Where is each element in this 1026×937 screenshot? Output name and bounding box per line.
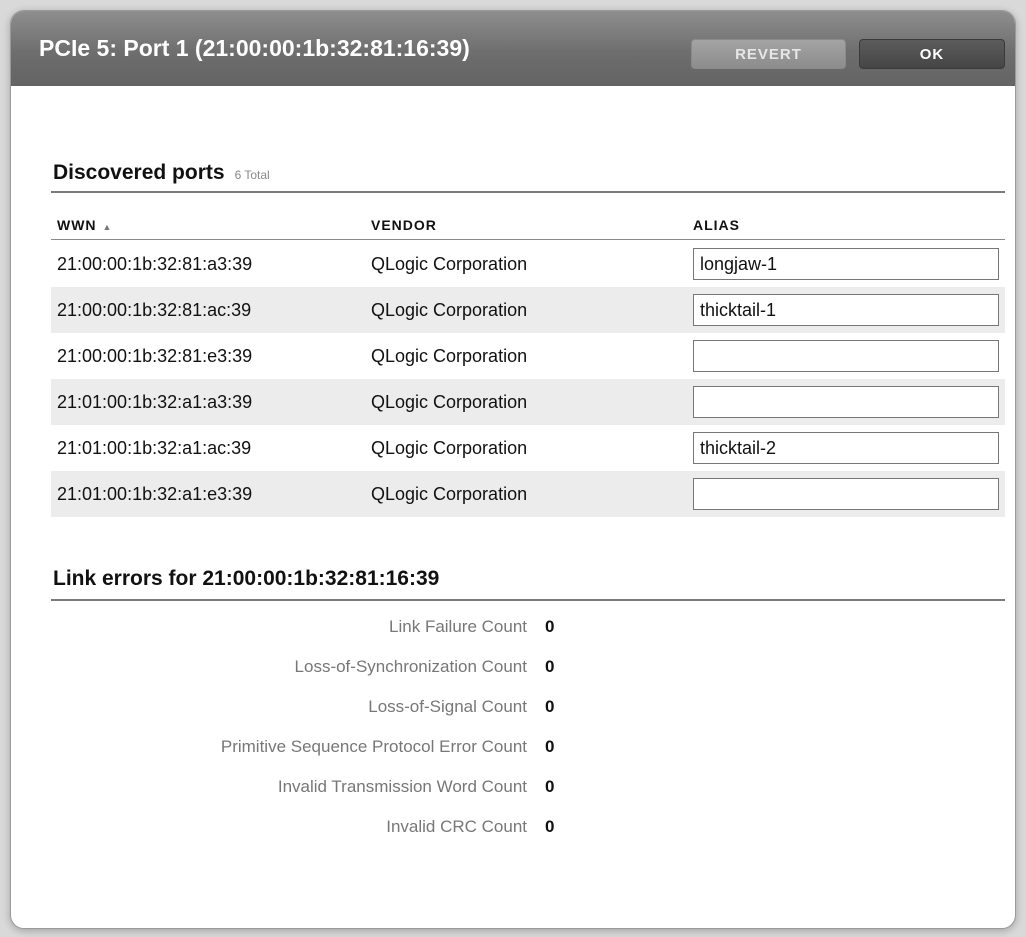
revert-button[interactable]: REVERT — [691, 39, 846, 69]
alias-input[interactable] — [693, 478, 999, 510]
table-row: 21:00:00:1b:32:81:e3:39 QLogic Corporati… — [51, 333, 1005, 379]
alias-input[interactable] — [693, 248, 999, 280]
discovered-ports-title: Discovered ports — [53, 161, 225, 184]
alias-input[interactable] — [693, 432, 999, 464]
ports-table-body: 21:00:00:1b:32:81:a3:39 QLogic Corporati… — [51, 241, 1005, 517]
list-item: Loss-of-Synchronization Count 0 — [51, 657, 1005, 697]
column-header-wwn-label: WWN — [57, 217, 97, 233]
error-label: Invalid Transmission Word Count — [277, 777, 527, 796]
error-value: 0 — [545, 697, 555, 716]
discovered-ports-count: 6 Total — [234, 168, 270, 182]
sort-ascending-icon: ▲ — [102, 222, 113, 232]
ok-button[interactable]: OK — [859, 39, 1005, 69]
table-row: 21:01:00:1b:32:a1:e3:39 QLogic Corporati… — [51, 471, 1005, 517]
alias-input[interactable] — [693, 386, 999, 418]
vendor-cell: QLogic Corporation — [371, 484, 528, 504]
vendor-cell: QLogic Corporation — [371, 300, 528, 320]
vendor-cell: QLogic Corporation — [371, 392, 528, 412]
list-item: Link Failure Count 0 — [51, 617, 1005, 657]
alias-input[interactable] — [693, 340, 999, 372]
ports-table-header: WWN ▲ VENDOR ALIAS — [51, 217, 1005, 240]
column-header-vendor[interactable]: VENDOR — [371, 217, 437, 233]
table-row: 21:00:00:1b:32:81:ac:39 QLogic Corporati… — [51, 287, 1005, 333]
table-row: 21:01:00:1b:32:a1:ac:39 QLogic Corporati… — [51, 425, 1005, 471]
error-label: Link Failure Count — [389, 617, 527, 636]
column-header-wwn[interactable]: WWN ▲ — [57, 217, 112, 233]
wwn-cell: 21:01:00:1b:32:a1:e3:39 — [57, 484, 253, 504]
error-value: 0 — [545, 737, 555, 756]
vendor-cell: QLogic Corporation — [371, 254, 528, 274]
vendor-cell: QLogic Corporation — [371, 346, 528, 366]
vendor-cell: QLogic Corporation — [371, 438, 528, 458]
table-row: 21:01:00:1b:32:a1:a3:39 QLogic Corporati… — [51, 379, 1005, 425]
error-label: Loss-of-Signal Count — [368, 697, 527, 716]
wwn-cell: 21:00:00:1b:32:81:a3:39 — [57, 254, 253, 274]
dialog-titlebar: PCIe 5: Port 1 (21:00:00:1b:32:81:16:39)… — [11, 11, 1015, 86]
link-errors-title: Link errors for 21:00:00:1b:32:81:16:39 — [53, 567, 440, 590]
list-item: Primitive Sequence Protocol Error Count … — [51, 737, 1005, 777]
wwn-cell: 21:01:00:1b:32:a1:a3:39 — [57, 392, 253, 412]
list-item: Loss-of-Signal Count 0 — [51, 697, 1005, 737]
column-header-alias[interactable]: ALIAS — [693, 217, 740, 233]
wwn-cell: 21:00:00:1b:32:81:ac:39 — [57, 300, 252, 320]
error-value: 0 — [545, 817, 555, 836]
discovered-ports-heading: Discovered ports 6 Total — [53, 161, 270, 185]
error-label: Invalid CRC Count — [386, 817, 527, 836]
link-errors-list: Link Failure Count 0 Loss-of-Synchroniza… — [51, 617, 1005, 857]
dialog-title: PCIe 5: Port 1 (21:00:00:1b:32:81:16:39) — [39, 35, 470, 61]
table-row: 21:00:00:1b:32:81:a3:39 QLogic Corporati… — [51, 241, 1005, 287]
error-value: 0 — [545, 657, 555, 676]
error-label: Primitive Sequence Protocol Error Count — [220, 737, 527, 756]
section-divider — [51, 191, 1005, 193]
alias-input[interactable] — [693, 294, 999, 326]
error-value: 0 — [545, 617, 555, 636]
list-item: Invalid Transmission Word Count 0 — [51, 777, 1005, 817]
wwn-cell: 21:00:00:1b:32:81:e3:39 — [57, 346, 253, 366]
section-divider — [51, 599, 1005, 601]
wwn-cell: 21:01:00:1b:32:a1:ac:39 — [57, 438, 252, 458]
error-label: Loss-of-Synchronization Count — [294, 657, 527, 676]
list-item: Invalid CRC Count 0 — [51, 817, 1005, 857]
error-value: 0 — [545, 777, 555, 796]
port-dialog: PCIe 5: Port 1 (21:00:00:1b:32:81:16:39)… — [10, 10, 1016, 929]
